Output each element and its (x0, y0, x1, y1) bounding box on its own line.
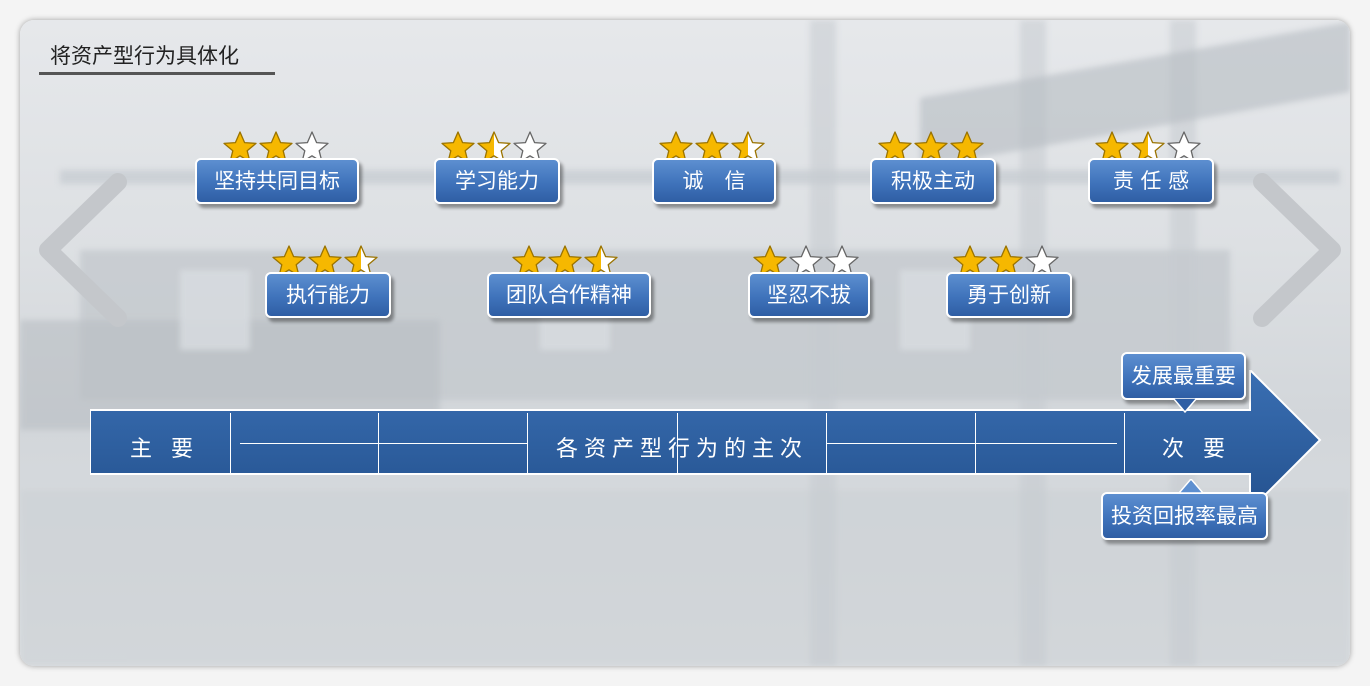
callout-top: 发展最重要 (1121, 352, 1246, 414)
behavior-label: 诚 信 (652, 158, 776, 204)
arrow-label-center: 各资产型行为的主次 (556, 437, 809, 462)
callout-top-label: 发展最重要 (1121, 352, 1246, 400)
arrow-divider (527, 413, 528, 475)
title-underline (39, 72, 275, 75)
behavior-label: 责 任 感 (1088, 158, 1214, 204)
arrow-label-secondary: 次 要 (1162, 437, 1231, 462)
callout-pointer (1179, 479, 1203, 494)
slide: 将资产型行为具体化 坚持共同目标 学习能力 诚 信 积极主动 责 任 感 执行能… (20, 20, 1350, 666)
callout-bottom: 投资回报率最高 (1101, 479, 1268, 540)
behavior-label: 团队合作精神 (487, 272, 651, 318)
behavior-label: 积极主动 (870, 158, 996, 204)
arrow-divider (1124, 413, 1125, 475)
behavior-label: 坚忍不拔 (748, 272, 870, 318)
arrow-divider (826, 413, 827, 475)
background-column (810, 20, 836, 666)
chevron-left-icon[interactable] (30, 170, 130, 330)
behavior-label: 执行能力 (265, 272, 391, 318)
background-window (180, 270, 250, 350)
behavior-label: 勇于创新 (946, 272, 1072, 318)
page-title: 将资产型行为具体化 (50, 44, 239, 68)
behavior-label: 坚持共同目标 (195, 158, 359, 204)
behavior-label: 学习能力 (434, 158, 560, 204)
callout-pointer (1173, 398, 1197, 414)
arrow-divider (975, 413, 976, 475)
arrow-label-primary: 主 要 (130, 437, 199, 462)
arrow-dash-line (240, 443, 528, 444)
callout-bottom-label: 投资回报率最高 (1101, 492, 1268, 540)
chevron-right-icon[interactable] (1250, 170, 1350, 330)
arrow-divider (230, 413, 231, 475)
arrow-divider (378, 413, 379, 475)
arrow-dash-line (827, 443, 1117, 444)
